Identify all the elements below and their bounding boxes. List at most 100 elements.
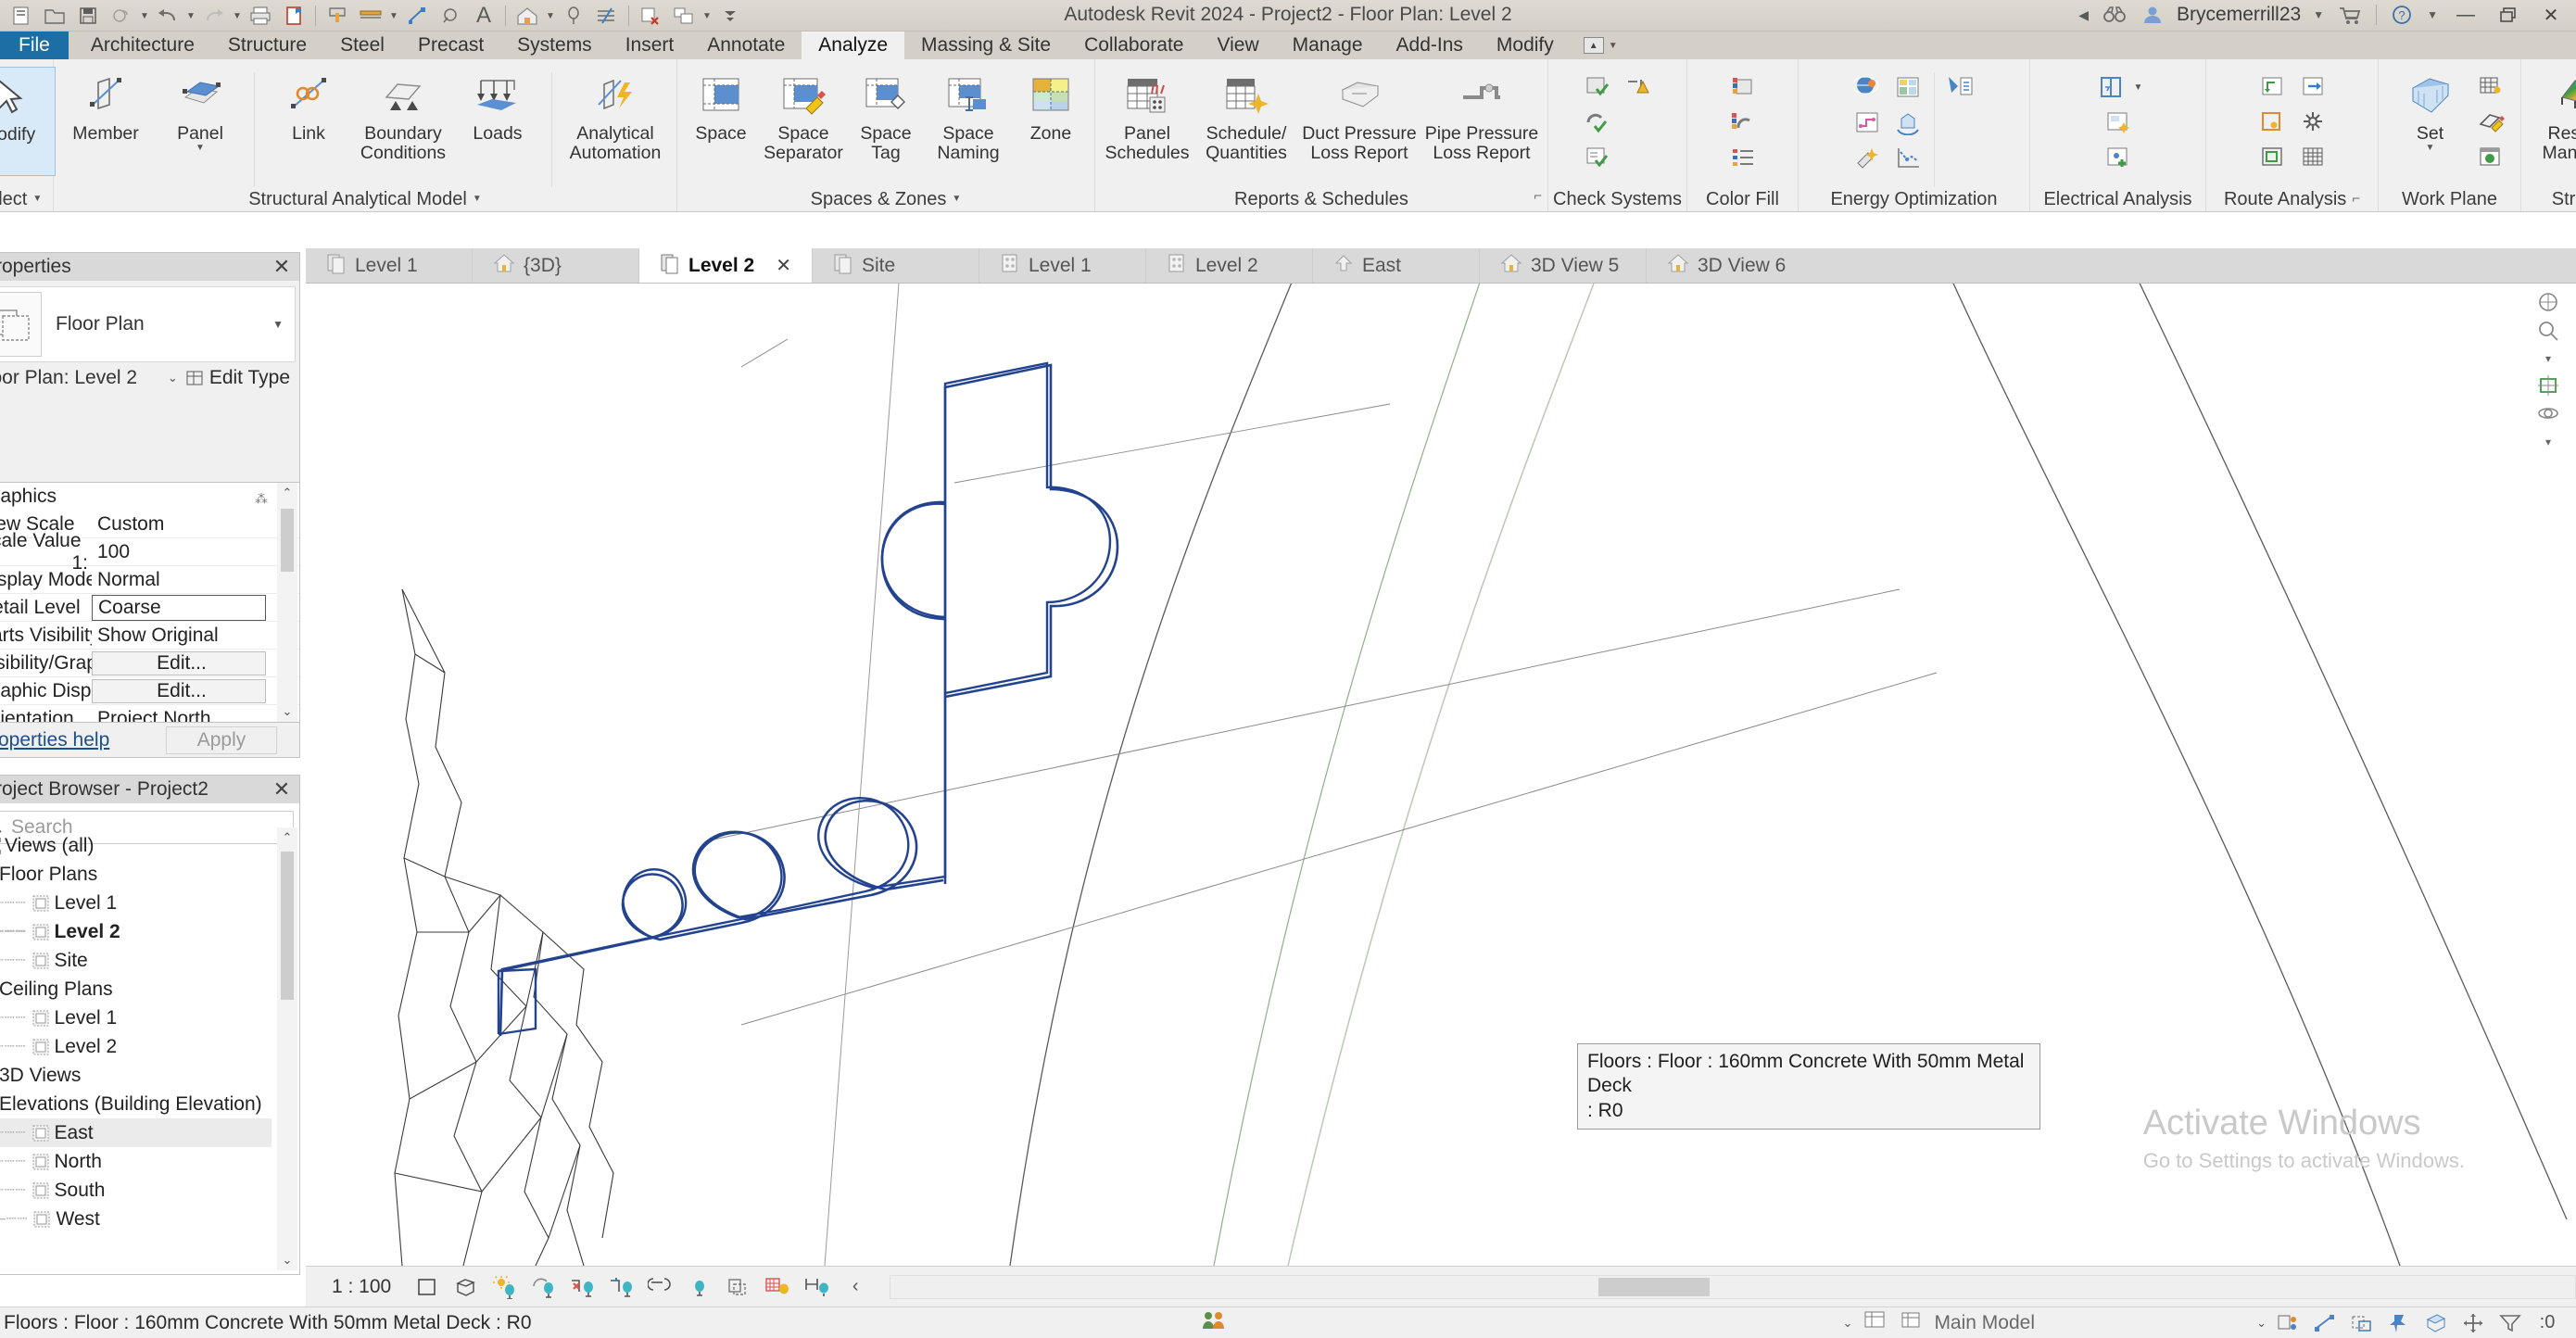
- view-tab-3d[interactable]: {3D}: [473, 248, 639, 283]
- tab-add-ins[interactable]: Add-Ins: [1380, 32, 1480, 59]
- view-tab-level-1-floor[interactable]: Level 1: [306, 248, 473, 283]
- electrical-analytical-model-icon[interactable]: [2093, 70, 2130, 104]
- drag-elements-icon[interactable]: [2461, 1312, 2485, 1334]
- tab-modify[interactable]: Modify: [1480, 32, 1571, 59]
- tree-node-3d-views[interactable]: + 3D Views: [0, 1061, 271, 1090]
- set-work-plane-button[interactable]: Set ▼: [2391, 67, 2470, 154]
- update-path-icon[interactable]: [2294, 70, 2331, 104]
- graphic-display-edit-button[interactable]: Edit...: [92, 678, 266, 703]
- property-row-scale-value[interactable]: Scale Value 1: 100: [0, 530, 299, 574]
- temporary-hide-isolate-icon[interactable]: [719, 1269, 758, 1306]
- insight-icon[interactable]: [1942, 70, 1979, 104]
- property-value[interactable]: Show Original: [92, 625, 299, 647]
- worksets-icon[interactable]: [1200, 1308, 1787, 1338]
- select-by-face-icon[interactable]: [2424, 1312, 2448, 1334]
- route-options-icon[interactable]: [2254, 106, 2291, 139]
- tree-node-floor-plan-site[interactable]: ┈┈┈ Site: [0, 946, 271, 975]
- schedule-quantities-button[interactable]: Schedule/ Quantities: [1195, 67, 1297, 163]
- section-icon[interactable]: [558, 2, 589, 30]
- show-work-plane-icon[interactable]: [2472, 70, 2509, 104]
- open-icon[interactable]: [39, 2, 70, 30]
- save-options-caret-icon[interactable]: ▼: [139, 11, 150, 21]
- dimension-caret-icon[interactable]: ▼: [388, 11, 399, 21]
- zone-button[interactable]: Zone: [1013, 67, 1089, 144]
- properties-instance-caret-icon[interactable]: ⌄: [168, 371, 185, 385]
- select-panel-caret-icon[interactable]: ▼: [32, 187, 42, 211]
- analytical-automation-button[interactable]: Analytical Automation: [560, 67, 671, 163]
- new-icon[interactable]: [6, 2, 37, 30]
- show-disconnects-icon[interactable]: [1620, 70, 1657, 104]
- path-of-travel-icon[interactable]: [2254, 70, 2291, 104]
- duct-legend-icon[interactable]: [1724, 70, 1762, 104]
- properties-close-icon[interactable]: ✕: [270, 255, 294, 279]
- tab-precast[interactable]: Precast: [401, 32, 500, 59]
- collapse-view-bar-icon[interactable]: ‹: [836, 1269, 875, 1306]
- ref-plane-icon[interactable]: [2472, 141, 2509, 174]
- tree-node-floor-plans[interactable]: − Floor Plans: [0, 860, 271, 889]
- rendering-dialog-icon[interactable]: [563, 1269, 602, 1306]
- shadows-icon[interactable]: [524, 1269, 563, 1306]
- temporary-view-properties-icon[interactable]: [797, 1269, 836, 1306]
- panel-button[interactable]: Panel ▼: [154, 67, 246, 154]
- save-as-cloud-icon[interactable]: [106, 2, 137, 30]
- view-tab-3d-view-6[interactable]: 3D View 6: [1647, 248, 1813, 283]
- tab-steel[interactable]: Steel: [323, 32, 401, 59]
- generate-energy-model-icon[interactable]: [1889, 106, 1926, 139]
- loads-button[interactable]: Loads: [451, 67, 544, 144]
- view-tab-level-2-floor[interactable]: Level 2 ✕: [639, 248, 813, 283]
- text-icon[interactable]: A: [468, 2, 499, 30]
- pipe-pressure-loss-report-button[interactable]: Pipe Pressure Loss Report: [1421, 67, 1542, 163]
- properties-scroll-down-icon[interactable]: ⌄: [277, 701, 297, 722]
- view-tab-close-icon[interactable]: ✕: [776, 254, 791, 277]
- view-tab-3d-view-5[interactable]: 3D View 5: [1480, 248, 1647, 283]
- energy-analytical-model-icon[interactable]: [1849, 106, 1886, 139]
- view-tab-east-elevation[interactable]: East: [1313, 248, 1480, 283]
- boundary-conditions-button[interactable]: Boundary Conditions: [357, 67, 449, 163]
- unlocked-3d-view-icon[interactable]: [680, 1269, 719, 1306]
- zoom-icon[interactable]: [2530, 317, 2567, 345]
- steering-wheel-icon[interactable]: [2530, 289, 2567, 317]
- save-icon[interactable]: [72, 2, 104, 30]
- properties-scroll-up-icon[interactable]: ⌃: [277, 483, 297, 503]
- show-crop-region-icon[interactable]: [641, 1269, 680, 1306]
- spatial-grid-icon[interactable]: [2294, 106, 2331, 139]
- link-button[interactable]: Link: [262, 67, 355, 144]
- undo-icon[interactable]: [152, 2, 183, 30]
- help-icon[interactable]: ?: [2383, 0, 2420, 30]
- property-value[interactable]: Normal: [92, 569, 299, 591]
- tree-node-views-all[interactable]: Views (all): [0, 831, 271, 860]
- reveal-obstacles-icon[interactable]: [2254, 141, 2291, 174]
- redo-caret-icon[interactable]: ▼: [232, 11, 243, 21]
- properties-help-link[interactable]: Properties help: [0, 729, 109, 751]
- spaces-and-zones-caret-icon[interactable]: ▼: [952, 187, 961, 211]
- heating-cooling-loads-icon[interactable]: [1849, 141, 1886, 174]
- tree-node-elevation-west[interactable]: └┈┈ West: [0, 1205, 271, 1233]
- tab-file[interactable]: File: [0, 32, 69, 59]
- space-button[interactable]: Space: [683, 67, 759, 144]
- drawing-canvas[interactable]: Floors : Floor : 160mm Concrete With 50m…: [306, 284, 2576, 1266]
- tree-node-elevation-north[interactable]: ┈┈┈ North: [0, 1147, 271, 1176]
- selection-count-icon[interactable]: :0: [2535, 1312, 2559, 1334]
- work-plane-viewer-icon[interactable]: [2472, 106, 2509, 139]
- tree-node-elevation-east[interactable]: ┈┈┈ East: [0, 1118, 271, 1147]
- close-hidden-windows-icon[interactable]: [635, 2, 666, 30]
- power-system-analysis-icon[interactable]: [2100, 106, 2137, 139]
- switch-windows-icon[interactable]: [668, 2, 700, 30]
- property-value[interactable]: Project North: [92, 708, 299, 723]
- space-separator-button[interactable]: Space Separator: [761, 67, 846, 163]
- apply-button[interactable]: Apply: [166, 726, 277, 754]
- visual-style-icon[interactable]: [447, 1269, 486, 1306]
- properties-scrollbar[interactable]: ⌃ ⌄: [277, 483, 297, 722]
- measure-icon[interactable]: [322, 2, 353, 30]
- tab-insert[interactable]: Insert: [609, 32, 691, 59]
- default-3d-view-icon[interactable]: [511, 2, 543, 30]
- view-caret-icon[interactable]: ▼: [545, 11, 556, 21]
- nav-caret-icon[interactable]: ▾: [2530, 428, 2567, 456]
- tab-massing-and-site[interactable]: Massing & Site: [904, 32, 1067, 59]
- property-row-graphic-display[interactable]: Graphic Displa... Edit...: [0, 677, 299, 705]
- browser-scroll-thumb[interactable]: [281, 852, 294, 1000]
- property-row-parts-visibility[interactable]: Parts Visibility Show Original: [0, 622, 299, 650]
- property-row-orientation[interactable]: Orientation Project North: [0, 705, 299, 723]
- design-options-icon[interactable]: [1862, 1308, 1889, 1338]
- check-duct-systems-icon[interactable]: [1579, 70, 1616, 104]
